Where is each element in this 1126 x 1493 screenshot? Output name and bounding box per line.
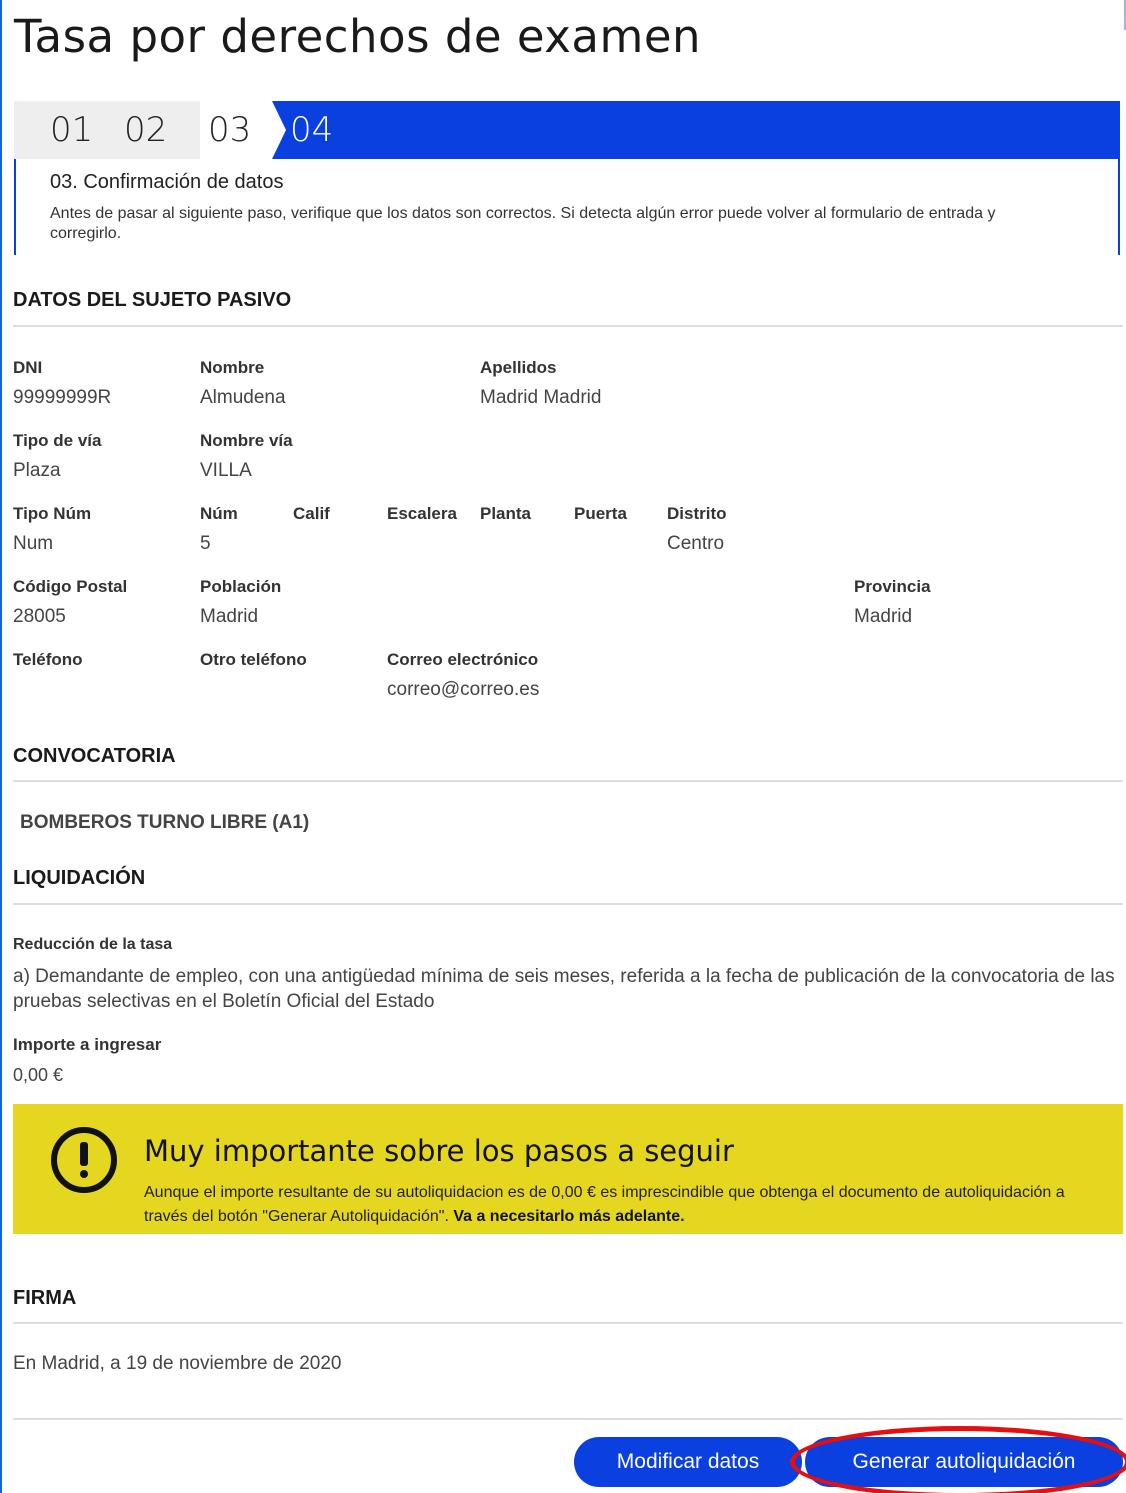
apellidos-label: Apellidos [480,358,557,377]
highlight-annotation-ellipse [790,1426,1126,1493]
distrito-label: Distrito [667,504,727,523]
reduccion-label: Reducción de la tasa [13,936,173,953]
calif-label: Calif [293,504,330,523]
provincia-value: Madrid [854,606,913,627]
num-label: Núm [200,504,238,523]
convocatoria-value: BOMBEROS TURNO LIBRE (A1) [20,812,310,833]
step-03: 03 [200,101,272,159]
section-title-sujeto: DATOS DEL SUJETO PASIVO [13,289,292,311]
nombre-via-label: Nombre vía [200,431,293,450]
section-title-convocatoria: CONVOCATORIA [13,745,176,767]
step-heading: 03. Confirmación de datos [50,171,284,193]
poblacion-label: Población [200,577,282,596]
planta-label: Planta [480,504,532,523]
section-divider [13,325,1123,327]
modify-data-button[interactable]: Modificar datos [574,1437,802,1487]
tipo-num-label: Tipo Núm [13,504,92,523]
correo-label: Correo electrónico [387,650,539,669]
codigo-postal-value: 28005 [13,606,66,627]
step-arrow [272,101,286,159]
step-04: 04 [290,110,334,150]
importe-label: Importe a ingresar [13,1035,162,1054]
nombre-value: Almudena [200,387,286,408]
reduccion-value: a) Demandante de empleo, con una antigüe… [13,966,1115,1012]
section-divider [13,1322,1123,1324]
page-title: Tasa por derechos de examen [14,10,702,63]
exclamation-circle-icon [51,1127,117,1193]
codigo-postal-label: Código Postal [13,577,128,596]
notice-text-bold: Va a necesitarlo más adelante. [453,1208,685,1225]
step-arrow [186,101,200,159]
tipo-via-value: Plaza [13,460,61,481]
correo-value: correo@correo.es [387,679,540,700]
apellidos-value: Madrid Madrid [480,387,602,408]
step-description: Antes de pasar al siguiente paso, verifi… [50,205,996,242]
step-progress-bar: 01 02 03 04 [14,101,1120,159]
tipo-via-label: Tipo de vía [13,431,102,450]
dni-value: 99999999R [13,387,112,408]
otro-telefono-label: Otro teléfono [200,650,307,669]
section-title-liquidacion: LIQUIDACIÓN [13,867,146,889]
frame-border-left [0,0,2,1493]
section-divider [13,903,1123,905]
step-01: 01 [14,101,114,159]
notice-text: Aunque el importe resultante de su autol… [144,1181,1084,1229]
notice-title: Muy importante sobre los pasos a seguir [144,1134,734,1168]
tipo-num-value: Num [13,533,54,554]
nombre-via-value: VILLA [200,460,252,481]
distrito-value: Centro [667,533,725,554]
puerta-label: Puerta [574,504,627,523]
num-value: 5 [200,533,211,554]
section-divider [13,1418,1123,1420]
firma-text: En Madrid, a 19 de noviembre de 2020 [13,1353,342,1374]
important-notice: Muy importante sobre los pasos a seguir … [13,1104,1123,1234]
nombre-label: Nombre [200,358,265,377]
telefono-label: Teléfono [13,650,83,669]
step-info-box: 03. Confirmación de datos Antes de pasar… [14,159,1120,255]
section-divider [13,780,1123,782]
section-title-firma: FIRMA [13,1287,77,1309]
importe-value: 0,00 € [13,1065,64,1085]
dni-label: DNI [13,358,43,377]
provincia-label: Provincia [854,577,931,596]
poblacion-value: Madrid [200,606,259,627]
escalera-label: Escalera [387,504,457,523]
